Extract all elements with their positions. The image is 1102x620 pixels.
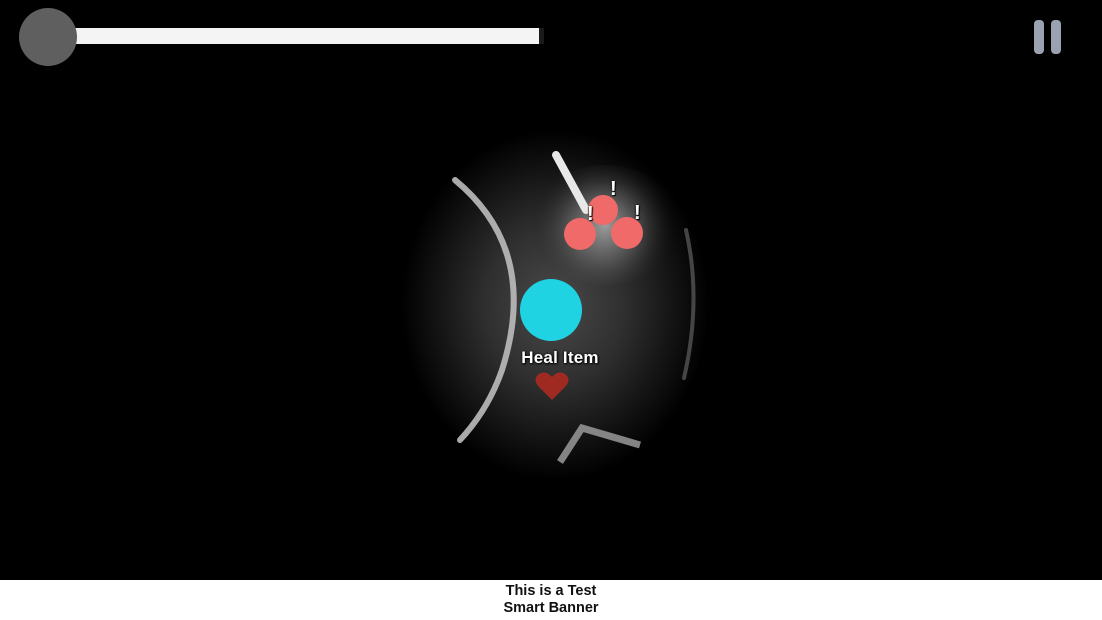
game-viewport[interactable]: ! ! ! Heal Item [0,0,1102,580]
banner-title: This is a Test [505,583,597,599]
player-avatar [19,8,77,66]
enemy-alert-icon: ! [610,178,617,200]
health-bar [48,28,544,44]
scene [395,127,715,483]
heal-item-label: Heal Item [521,348,599,367]
banner-subtitle: Smart Banner [503,600,599,616]
health-bar-fill [48,28,540,44]
enemy-glow [530,165,680,285]
enemy-alert-icon: ! [587,203,594,225]
enemy-alert-icon: ! [634,202,641,224]
smart-banner[interactable]: This is a Test Smart Banner [0,580,1102,620]
pause-button[interactable] [1030,18,1066,56]
player [520,279,582,341]
